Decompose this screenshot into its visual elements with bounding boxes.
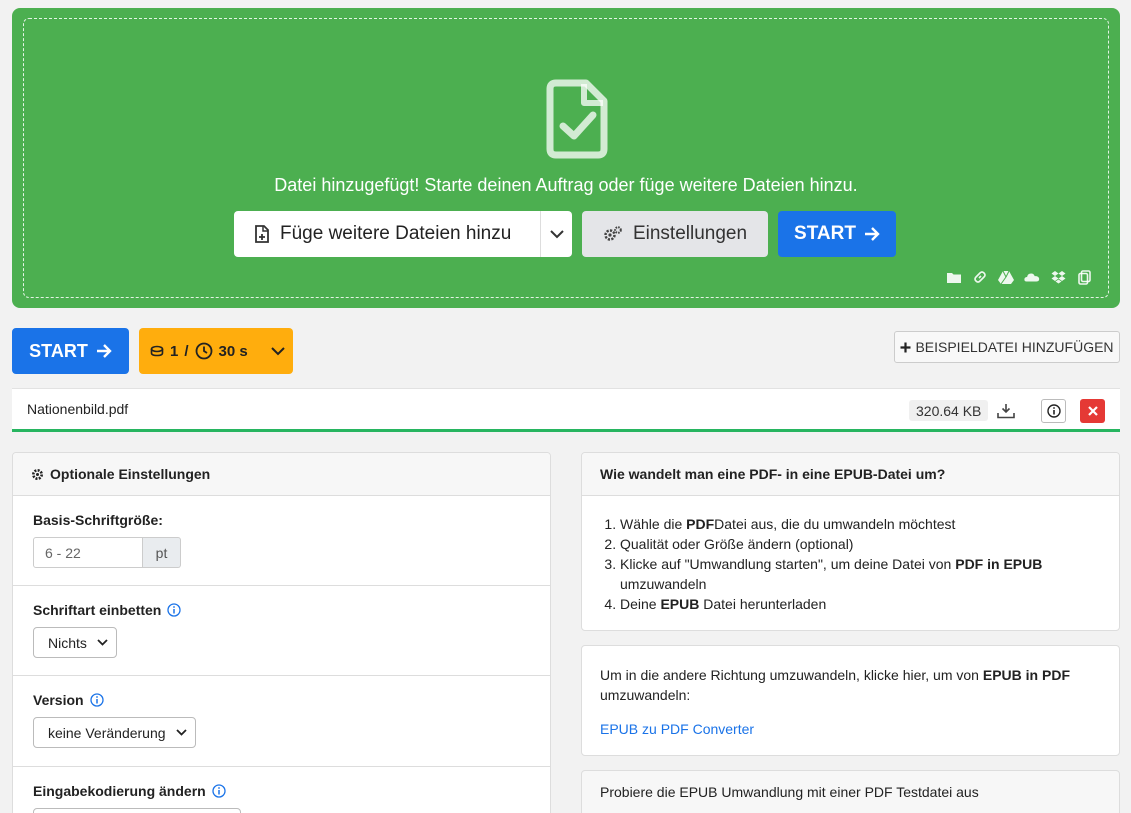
embed-font-setting: Schriftart einbetten Nichts [13,586,550,676]
onedrive-icon[interactable] [1024,269,1040,285]
start-label: START [794,223,856,244]
chevron-down-icon [97,639,108,646]
file-row: Nationenbild.pdf 320.64 KB [12,388,1120,432]
coins-icon [150,345,164,357]
upload-sources [946,269,1092,285]
reverse-conversion-panel: Um in die andere Richtung umzuwandeln, k… [581,645,1120,756]
arrow-right-icon [96,344,112,358]
encoding-label: Eingabekodierung ändern [33,783,206,799]
credits-count: 1 [170,342,179,360]
optional-settings-panel: Optionale Einstellungen Basis-Schriftgrö… [12,452,551,813]
encoding-setting: Eingabekodierung ändern [13,767,550,813]
close-icon [1087,406,1098,416]
howto-steps: Wähle die PDFDatei aus, die du umwandeln… [582,496,1119,614]
howto-header: Wie wandelt man eine PDF- in eine EPUB-D… [582,453,1119,496]
optional-settings-title: Optionale Einstellungen [50,466,211,482]
embed-font-label: Schriftart einbetten [33,602,162,618]
font-size-input-group: 6 - 22 pt [33,537,530,568]
howto-step: Wähle die PDFDatei aus, die du umwandeln… [620,514,1101,534]
settings-button[interactable]: Einstellungen [582,211,768,257]
howto-title: Wie wandelt man eine PDF- in eine EPUB-D… [600,466,946,482]
add-files-dropdown-toggle[interactable] [540,211,572,257]
chevron-down-icon [549,229,564,238]
chevron-down-icon [175,729,187,736]
reverse-conversion-text: Um in die andere Richtung umzuwandeln, k… [600,667,1070,703]
font-size-setting: Basis-Schriftgröße: 6 - 22 pt [13,496,550,586]
gears-icon [604,226,622,241]
folder-icon[interactable] [946,269,962,285]
dropzone-button-group: Füge weitere Dateien hinzu Einstellungen… [234,211,896,257]
test-file-text: Probiere die EPUB Umwandlung mit einer P… [600,784,979,800]
dropzone-dashed-border: Datei hinzugefügt! Starte deinen Auftrag… [23,18,1109,298]
remove-file-button[interactable] [1080,399,1105,423]
arrow-right-icon [864,227,880,241]
start-label: START [29,340,88,361]
credits-separator: / [184,342,189,360]
font-size-label: Basis-Schriftgröße: [33,512,163,528]
add-sample-file-label: BEISPIELDATEI HINZUFÜGEN [915,339,1114,355]
dropbox-icon[interactable] [1050,269,1066,285]
download-icon[interactable] [995,400,1017,422]
file-plus-icon [255,224,269,243]
file-name: Nationenbild.pdf [27,401,129,417]
info-icon[interactable] [212,784,226,798]
howto-step: Klicke auf "Umwandlung starten", um dein… [620,554,1101,594]
link-icon[interactable] [972,269,988,285]
add-sample-file-button[interactable]: BEISPIELDATEI HINZUFÜGEN [894,331,1120,363]
add-files-label: Füge weitere Dateien hinzu [280,223,512,244]
embed-font-value: Nichts [48,634,87,651]
clock-icon [195,342,212,360]
google-drive-icon[interactable] [998,269,1014,285]
add-files-button[interactable]: Füge weitere Dateien hinzu [234,211,540,257]
file-check-icon [546,79,608,159]
dropzone-message: Datei hinzugefügt! Starte deinen Auftrag… [274,175,858,195]
version-setting: Version keine Veränderung [13,676,550,767]
upload-dropzone[interactable]: Datei hinzugefügt! Starte deinen Auftrag… [12,8,1120,308]
howto-step: Deine EPUB Datei herunterladen [620,594,1101,614]
encoding-label-row: Eingabekodierung ändern [33,783,530,799]
version-value: keine Veränderung [48,724,166,741]
encoding-select[interactable] [33,808,241,813]
howto-step: Qualität oder Größe ändern (optional) [620,534,1101,554]
test-file-panel[interactable]: Probiere die EPUB Umwandlung mit einer P… [581,770,1120,813]
file-info-button[interactable] [1041,399,1066,423]
info-icon[interactable] [167,603,182,617]
info-icon[interactable] [89,693,104,707]
version-label: Version [33,692,84,708]
font-size-unit: pt [143,537,181,568]
epub-to-pdf-link[interactable]: EPUB zu PDF Converter [600,719,1101,739]
embed-font-label-row: Schriftart einbetten [33,602,530,618]
embed-font-select[interactable]: Nichts [33,627,117,658]
howto-panel: Wie wandelt man eine PDF- in eine EPUB-D… [581,452,1120,631]
optional-settings-header: Optionale Einstellungen [13,453,550,496]
start-button-dropzone[interactable]: START [778,211,896,257]
settings-label: Einstellungen [632,223,748,244]
file-size-badge: 320.64 KB [909,400,989,421]
version-select[interactable]: keine Veränderung [33,717,196,748]
start-button[interactable]: START [12,328,129,374]
time-label: 30 s [218,342,248,360]
chevron-down-icon [271,346,285,355]
gear-icon [32,468,43,480]
credits-time-dropdown[interactable]: 1 / 30 s [139,328,293,374]
clipboard-icon[interactable] [1076,269,1092,285]
font-size-input[interactable]: 6 - 22 [33,537,143,568]
version-label-row: Version [33,692,530,708]
add-files-button-group: Füge weitere Dateien hinzu [234,211,572,257]
plus-icon [900,342,911,352]
info-icon [1046,404,1061,418]
